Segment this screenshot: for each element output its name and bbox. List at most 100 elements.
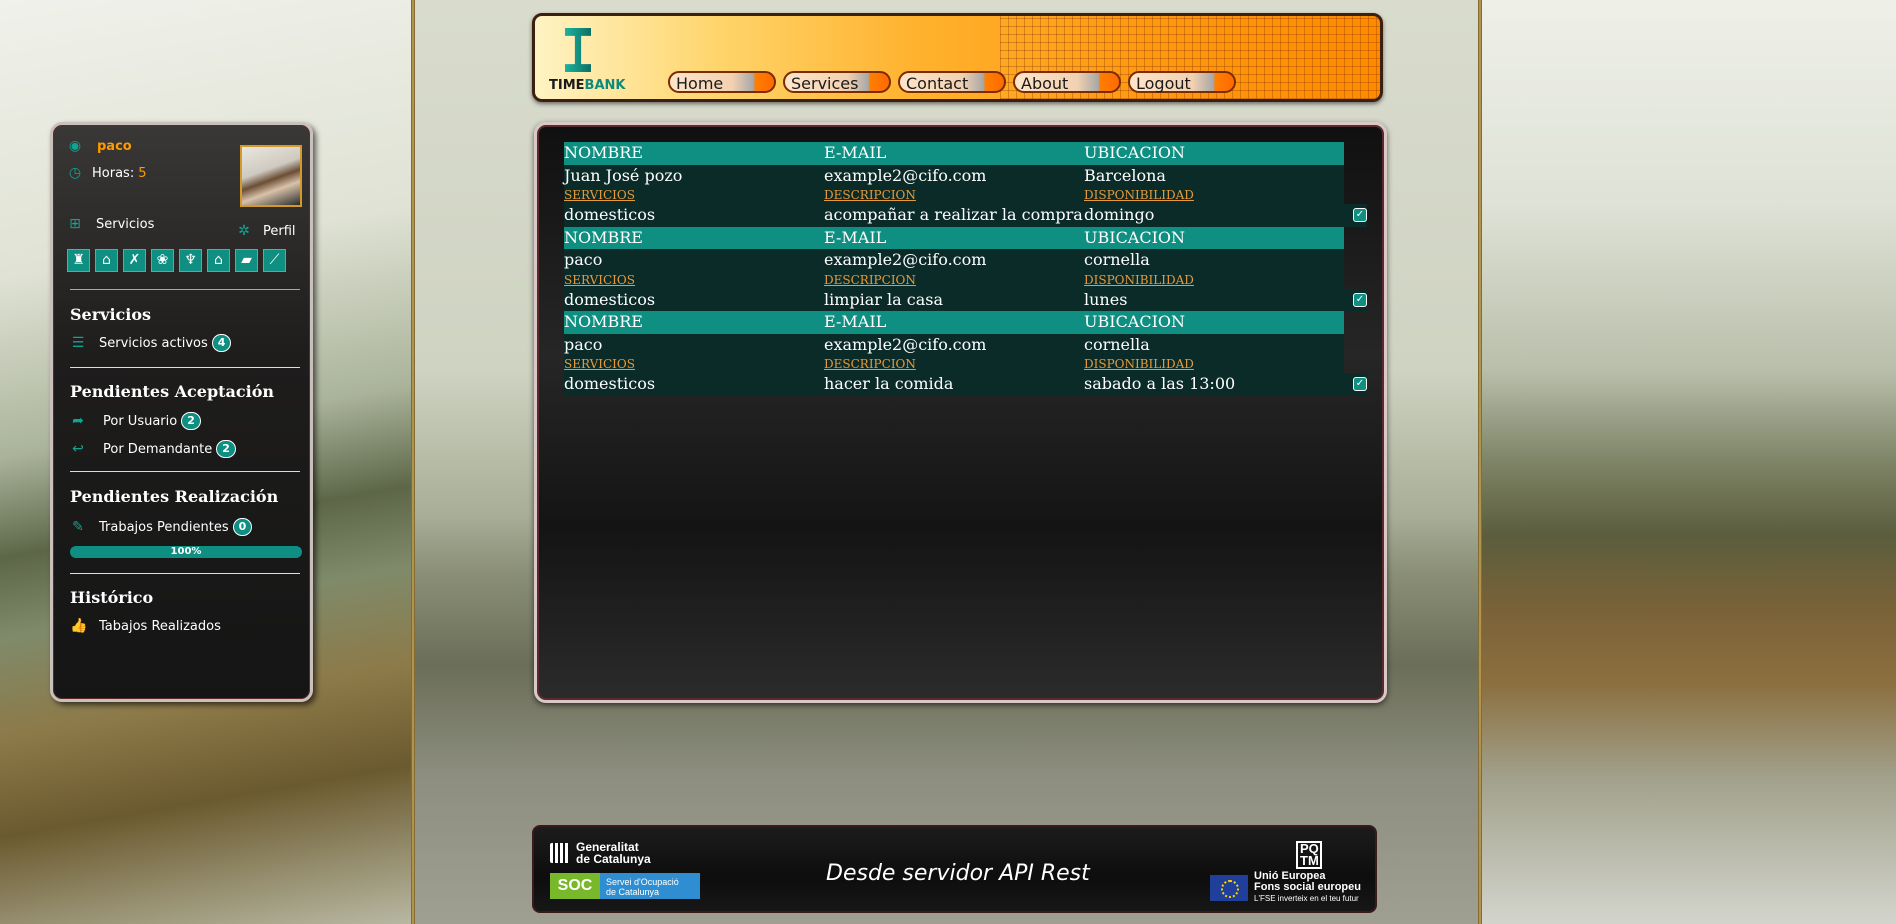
cell-nombre: paco bbox=[564, 334, 603, 354]
trabajos-pendientes-badge: 0 bbox=[232, 518, 253, 536]
subheader-disponibilidad-link[interactable]: DISPONIBILIDAD bbox=[1084, 187, 1344, 204]
servicios-link[interactable]: ⊞ Servicios bbox=[67, 216, 154, 232]
divider bbox=[70, 573, 300, 574]
soc-logo: SOC Servei d'Ocupació de Catalunya bbox=[550, 873, 700, 899]
cell-disponibilidad: sabado a las 13:00 bbox=[1084, 374, 1236, 393]
horas-label: Horas: bbox=[92, 165, 135, 181]
subheader-disponibilidad-link[interactable]: DISPONIBILIDAD bbox=[1084, 356, 1344, 373]
por-demandante-link[interactable]: ↩ Por Demandante 2 bbox=[70, 440, 236, 458]
avatar[interactable] bbox=[240, 145, 302, 207]
por-usuario-link[interactable]: ➦ Por Usuario 2 bbox=[70, 412, 201, 430]
pendientes-realizacion-title: Pendientes Realización bbox=[70, 487, 279, 506]
subheader-servicios-link[interactable]: SERVICIOS bbox=[564, 356, 824, 373]
gardening-icon[interactable]: ❀ bbox=[151, 249, 174, 272]
user-icon: ◉ bbox=[68, 138, 82, 154]
background-photo-right bbox=[1480, 0, 1896, 924]
horas-row: ◷ Horas: 5 bbox=[67, 165, 147, 181]
historico-title: Histórico bbox=[70, 588, 154, 607]
servicios-activos-badge: 4 bbox=[211, 334, 232, 352]
trabajos-pendientes-link[interactable]: ✎ Trabajos Pendientes 0 bbox=[70, 518, 253, 536]
nav-logout-button[interactable]: Logout bbox=[1128, 71, 1236, 93]
site-footer: Generalitat de Catalunya SOC Servei d'Oc… bbox=[532, 825, 1377, 913]
divider bbox=[70, 471, 300, 472]
subheader-descripcion-link[interactable]: DESCRIPCION bbox=[824, 187, 1084, 204]
eu-logo: Unió Europea Fons social europeu L'FSE i… bbox=[1210, 871, 1361, 904]
cell-descripcion: hacer la comida bbox=[824, 374, 954, 393]
nav-home-button[interactable]: Home bbox=[668, 71, 776, 93]
nav-services-button[interactable]: Services bbox=[783, 71, 891, 93]
cell-email: example2@cifo.com bbox=[824, 334, 987, 354]
service-icons: ♜ ⌂ ✗ ❀ ♆ ⌂ ▰ ⟋ bbox=[67, 249, 286, 272]
nav-about-button[interactable]: About bbox=[1013, 71, 1121, 93]
logo-text: TIMEBANK bbox=[549, 78, 626, 93]
divider bbox=[70, 289, 300, 290]
table-row: paco example2@cifo.com cornella bbox=[564, 333, 1344, 356]
username: paco bbox=[97, 138, 132, 154]
header-nombre: NOMBRE bbox=[564, 312, 643, 331]
main-nav: Home Services Contact About Logout bbox=[668, 71, 1236, 93]
sweeping-icon[interactable]: ⟋ bbox=[263, 249, 286, 272]
gear-icon: ✲ bbox=[238, 223, 250, 239]
thumbs-up-icon: 👍 bbox=[70, 618, 88, 634]
home-repair-icon[interactable]: ⌂ bbox=[207, 249, 230, 272]
cell-servicio: domesticos bbox=[564, 289, 656, 309]
select-checkbox[interactable]: ✓ bbox=[1353, 377, 1367, 391]
table-row: Juan José pozo example2@cifo.com Barcelona bbox=[564, 164, 1344, 187]
table-row: domesticos hacer la comida sabado a las 13… bbox=[564, 373, 1367, 396]
subheader-descripcion-link[interactable]: DESCRIPCION bbox=[824, 272, 1084, 289]
cell-ubicacion: cornella bbox=[1084, 250, 1150, 269]
table-header-row: NOMBRE E-MAIL UBICACION bbox=[564, 311, 1344, 334]
cell-ubicacion: Barcelona bbox=[1084, 165, 1166, 185]
table-subheader-row: SERVICIOS DESCRIPCION DISPONIBILIDAD bbox=[564, 356, 1344, 373]
header-nombre: NOMBRE bbox=[564, 227, 643, 247]
select-checkbox[interactable]: ✓ bbox=[1353, 208, 1367, 222]
site-header: TIMEBANK Home Services Contact About Log… bbox=[532, 13, 1383, 102]
footer-title: Desde servidor API Rest bbox=[826, 861, 1090, 886]
subheader-servicios-link[interactable]: SERVICIOS bbox=[564, 187, 824, 204]
header-email: E-MAIL bbox=[824, 143, 887, 162]
reply-icon: ↩ bbox=[72, 441, 84, 457]
subheader-servicios-link[interactable]: SERVICIOS bbox=[564, 272, 824, 289]
user-sidebar: ◉ paco ◷ Horas: 5 ⊞ Servicios ✲ Perfil ♜… bbox=[50, 122, 313, 702]
select-checkbox[interactable]: ✓ bbox=[1353, 292, 1367, 307]
timebank-logo[interactable]: TIMEBANK bbox=[549, 22, 625, 93]
user-row: ◉ paco bbox=[67, 138, 132, 154]
cell-nombre: Juan José pozo bbox=[564, 165, 683, 185]
header-email: E-MAIL bbox=[824, 227, 887, 247]
babysitter-icon[interactable]: ♜ bbox=[67, 249, 90, 272]
share-icon: ➦ bbox=[72, 413, 84, 429]
cell-email: example2@cifo.com bbox=[824, 250, 987, 269]
table-subheader-row: SERVICIOS DESCRIPCION DISPONIBILIDAD bbox=[564, 271, 1344, 289]
subheader-disponibilidad-link[interactable]: DISPONIBILIDAD bbox=[1084, 272, 1344, 289]
nav-contact-button[interactable]: Contact bbox=[898, 71, 1006, 93]
cell-descripcion: limpiar la casa bbox=[824, 289, 944, 309]
table-header-row: NOMBRE E-MAIL UBICACION bbox=[564, 142, 1344, 165]
broom-icon[interactable]: ✗ bbox=[123, 249, 146, 272]
generalitat-mark-icon bbox=[550, 843, 570, 863]
header-ubicacion: UBICACION bbox=[1084, 312, 1186, 331]
services-table: NOMBRE E-MAIL UBICACION Juan José pozo examp… bbox=[564, 142, 1367, 396]
plumbing-icon[interactable]: ♆ bbox=[179, 249, 202, 272]
wrench-icon: ✎ bbox=[72, 519, 84, 535]
cell-nombre: paco bbox=[564, 250, 603, 269]
column-border-left bbox=[411, 0, 415, 924]
generalitat-logo: Generalitat de Catalunya SOC Servei d'Oc… bbox=[550, 841, 700, 899]
cell-servicio: domesticos bbox=[564, 374, 656, 393]
pendientes-aceptacion-title: Pendientes Aceptación bbox=[70, 382, 275, 401]
logo-icon bbox=[565, 28, 591, 72]
servicios-activos-link[interactable]: ☰ Servicios activos 4 bbox=[70, 334, 232, 352]
cell-servicio: domesticos bbox=[564, 205, 656, 224]
cell-email: example2@cifo.com bbox=[824, 165, 987, 185]
ironing-icon[interactable]: ▰ bbox=[235, 249, 258, 272]
horas-value: 5 bbox=[138, 165, 147, 181]
header-nombre: NOMBRE bbox=[564, 143, 643, 162]
clock-icon: ◷ bbox=[68, 165, 82, 181]
header-ubicacion: UBICACION bbox=[1084, 143, 1186, 162]
header-email: E-MAIL bbox=[824, 312, 887, 331]
perfil-link[interactable]: ✲ Perfil bbox=[236, 223, 295, 239]
cell-descripcion: acompañar a realizar la compra bbox=[824, 205, 1083, 224]
house-cleaning-icon[interactable]: ⌂ bbox=[95, 249, 118, 272]
trabajos-realizados-link[interactable]: 👍 Tabajos Realizados bbox=[70, 618, 221, 634]
subheader-descripcion-link[interactable]: DESCRIPCION bbox=[824, 356, 1084, 373]
pqtm-logo: PQ TM bbox=[1296, 841, 1322, 869]
